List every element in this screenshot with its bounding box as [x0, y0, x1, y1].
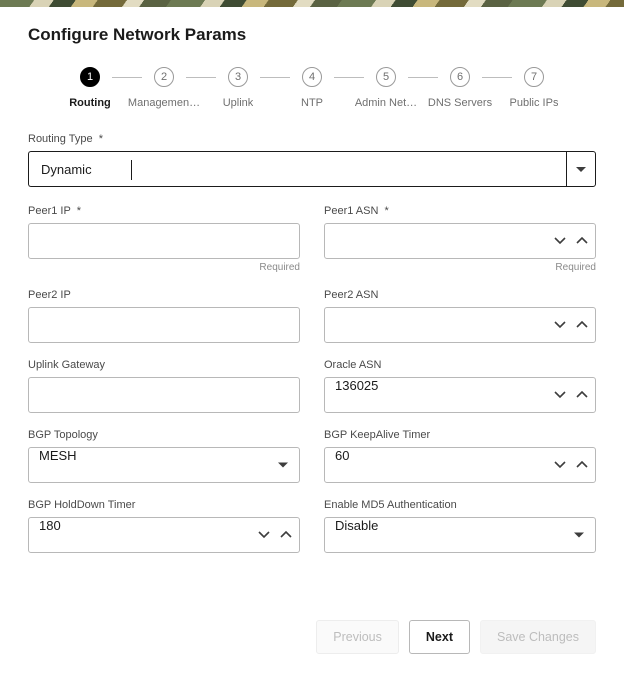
enable-md5-select[interactable]: Disable [324, 517, 596, 553]
peer2-ip-label: Peer2 IP [28, 289, 300, 301]
step-connector [408, 77, 438, 78]
step-connector [112, 77, 142, 78]
step-number: 2 [154, 67, 174, 87]
step-label: Public IPs [510, 97, 559, 109]
page-title: Configure Network Params [28, 25, 596, 45]
uplink-gateway-label: Uplink Gateway [28, 359, 300, 371]
spinner-arrows [554, 377, 588, 413]
peer1-ip-helper: Required [28, 262, 300, 273]
wizard-stepper: 1 Routing 2 Managemen… 3 Uplink 4 NTP 5 … [28, 67, 596, 109]
chevron-down-icon[interactable] [554, 319, 566, 331]
peer2-asn-spinner[interactable] [324, 307, 596, 343]
enable-md5-label: Enable MD5 Authentication [324, 499, 596, 511]
field-oracle-asn: Oracle ASN 136025 [324, 359, 596, 413]
step-uplink[interactable]: 3 Uplink [199, 67, 277, 109]
step-number: 7 [524, 67, 544, 87]
step-label: Admin Net… [355, 97, 417, 109]
field-uplink-gateway: Uplink Gateway [28, 359, 300, 413]
step-label: NTP [301, 97, 323, 109]
chevron-down-icon [278, 463, 288, 468]
row-uplink-oracle: Uplink Gateway Oracle ASN 136025 [28, 359, 596, 413]
chevron-down-icon[interactable] [554, 459, 566, 471]
step-routing[interactable]: 1 Routing [51, 67, 129, 109]
step-label: Uplink [223, 97, 254, 109]
field-enable-md5: Enable MD5 Authentication Disable [324, 499, 596, 553]
page-container: Configure Network Params 1 Routing 2 Man… [0, 7, 624, 585]
row-bgp2: BGP HoldDown Timer 180 Enable MD5 Authen… [28, 499, 596, 553]
row-bgp1: BGP Topology MESH BGP KeepAlive Timer 60 [28, 429, 596, 483]
peer1-asn-helper: Required [324, 262, 596, 273]
spinner-arrows [554, 223, 588, 259]
chevron-up-icon[interactable] [576, 319, 588, 331]
chevron-down-icon [574, 533, 584, 538]
field-peer1-ip: Peer1 IP * Required [28, 205, 300, 273]
step-number: 5 [376, 67, 396, 87]
required-star: * [381, 205, 388, 217]
chevron-down-icon[interactable] [258, 529, 270, 541]
step-label: Routing [69, 97, 111, 109]
routing-type-input[interactable]: Dynamic [28, 151, 566, 187]
step-label: DNS Servers [428, 97, 492, 109]
routing-type-dropdown-button[interactable] [566, 151, 596, 187]
row-peer2: Peer2 IP Peer2 ASN [28, 289, 596, 343]
peer1-asn-label: Peer1 ASN * [324, 205, 596, 217]
step-public-ips[interactable]: 7 Public IPs [495, 67, 573, 109]
bgp-keepalive-label: BGP KeepAlive Timer [324, 429, 596, 441]
field-bgp-keepalive: BGP KeepAlive Timer 60 [324, 429, 596, 483]
chevron-down-icon[interactable] [554, 389, 566, 401]
chevron-up-icon[interactable] [576, 389, 588, 401]
field-routing-type: Routing Type * Dynamic [28, 133, 596, 187]
field-peer2-ip: Peer2 IP [28, 289, 300, 343]
chevron-down-icon [576, 167, 586, 172]
oracle-asn-label: Oracle ASN [324, 359, 596, 371]
oracle-asn-spinner[interactable]: 136025 [324, 377, 596, 413]
step-management[interactable]: 2 Managemen… [125, 67, 203, 109]
spinner-arrows [554, 307, 588, 343]
bgp-holddown-label: BGP HoldDown Timer [28, 499, 300, 511]
chevron-up-icon[interactable] [576, 235, 588, 247]
chevron-up-icon[interactable] [576, 459, 588, 471]
step-connector [334, 77, 364, 78]
step-connector [482, 77, 512, 78]
required-star: * [96, 133, 103, 145]
bgp-topology-select[interactable]: MESH [28, 447, 300, 483]
bgp-topology-label: BGP Topology [28, 429, 300, 441]
step-connector [260, 77, 290, 78]
peer2-ip-input[interactable] [28, 307, 300, 343]
required-star: * [74, 205, 81, 217]
step-ntp[interactable]: 4 NTP [273, 67, 351, 109]
chevron-up-icon[interactable] [280, 529, 292, 541]
field-bgp-holddown: BGP HoldDown Timer 180 [28, 499, 300, 553]
peer1-asn-spinner[interactable] [324, 223, 596, 259]
chevron-down-icon[interactable] [554, 235, 566, 247]
step-connector [186, 77, 216, 78]
bgp-keepalive-spinner[interactable]: 60 [324, 447, 596, 483]
field-peer2-asn: Peer2 ASN [324, 289, 596, 343]
decorative-top-stripe [0, 0, 624, 7]
peer1-ip-label: Peer1 IP * [28, 205, 300, 217]
step-admin-net[interactable]: 5 Admin Net… [347, 67, 425, 109]
uplink-gateway-input[interactable] [28, 377, 300, 413]
step-number: 4 [302, 67, 322, 87]
bgp-holddown-spinner[interactable]: 180 [28, 517, 300, 553]
peer2-asn-label: Peer2 ASN [324, 289, 596, 301]
field-bgp-topology: BGP Topology MESH [28, 429, 300, 483]
save-changes-button[interactable]: Save Changes [480, 620, 596, 654]
spinner-arrows [554, 447, 588, 483]
text-cursor [131, 160, 132, 180]
routing-type-combobox[interactable]: Dynamic [28, 151, 596, 187]
peer1-ip-input[interactable] [28, 223, 300, 259]
field-peer1-asn: Peer1 ASN * Required [324, 205, 596, 273]
step-label: Managemen… [128, 97, 200, 109]
step-number: 3 [228, 67, 248, 87]
row-peer1: Peer1 IP * Required Peer1 ASN * Required [28, 205, 596, 273]
previous-button[interactable]: Previous [316, 620, 399, 654]
step-number: 6 [450, 67, 470, 87]
step-number: 1 [80, 67, 100, 87]
next-button[interactable]: Next [409, 620, 470, 654]
spinner-arrows [258, 517, 292, 553]
wizard-footer: Previous Next Save Changes [316, 620, 596, 654]
routing-type-label: Routing Type * [28, 133, 596, 145]
step-dns-servers[interactable]: 6 DNS Servers [421, 67, 499, 109]
